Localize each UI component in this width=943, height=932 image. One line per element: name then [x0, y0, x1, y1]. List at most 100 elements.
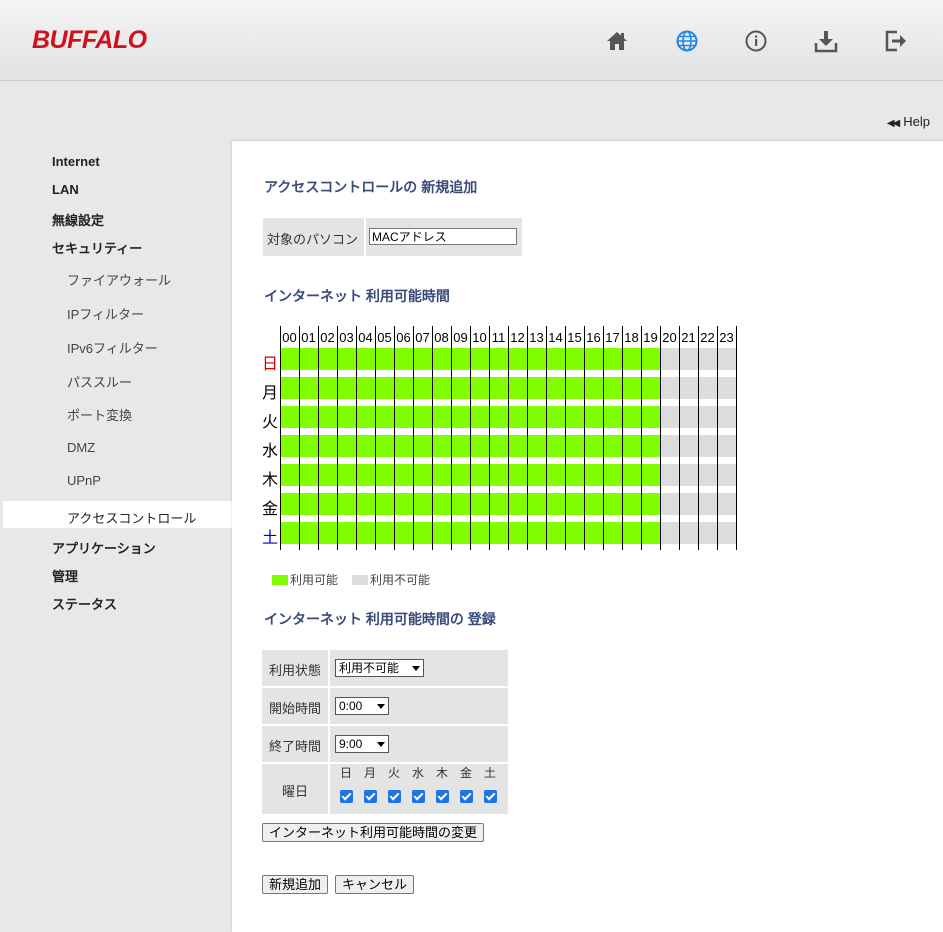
grid-line — [299, 326, 300, 550]
day-label: 日 — [262, 356, 279, 373]
day-label: 木 — [262, 472, 279, 489]
hour-label: 02 — [320, 330, 335, 345]
globe-icon[interactable] — [674, 28, 700, 54]
weekday-row: 曜日 日月火水木金土 — [262, 764, 508, 814]
chevron-down-icon — [412, 666, 420, 671]
sidebar-item-security[interactable]: セキュリティー — [52, 238, 142, 257]
page-title: アクセスコントロールの 新規追加 — [264, 179, 478, 195]
sidebar-item-admin[interactable]: 管理 — [52, 566, 78, 585]
grid-line — [413, 326, 414, 550]
weekday-checkbox[interactable] — [484, 790, 497, 803]
hour-label: 14 — [548, 330, 563, 345]
grid-line — [736, 326, 737, 550]
download-icon[interactable] — [813, 28, 839, 54]
weekday-label: 火 — [387, 766, 400, 780]
day-label: 土 — [262, 530, 279, 547]
help-link[interactable]: ◀◀ Help — [887, 114, 930, 129]
header: BUFFALO — [0, 0, 943, 81]
grid-line — [432, 326, 433, 550]
divider — [328, 764, 330, 814]
hour-label: 01 — [301, 330, 316, 345]
target-pc-row: 対象のパソコン — [263, 218, 522, 256]
hour-label: 18 — [624, 330, 639, 345]
status-row: 利用状態 利用不可能 — [262, 650, 508, 686]
schedule-title: インターネット 利用可能時間 — [264, 288, 450, 304]
sidebar-item-access-control[interactable]: アクセスコントロール — [67, 508, 196, 527]
sidebar-item-upnp[interactable]: UPnP — [67, 473, 101, 488]
grid-line — [679, 326, 680, 550]
sidebar-item-firewall[interactable]: ファイアウォール — [67, 270, 171, 289]
sidebar-item-internet[interactable]: Internet — [52, 154, 100, 169]
sidebar-item-passthrough[interactable]: パススルー — [67, 372, 132, 391]
day-label: 月 — [262, 385, 279, 402]
sidebar-item-ipv6-filter[interactable]: IPv6フィルター — [67, 338, 158, 357]
grid-line — [622, 326, 623, 550]
grid-line — [394, 326, 395, 550]
sidebar-item-dmz[interactable]: DMZ — [67, 440, 95, 455]
weekday-label: 日 — [339, 766, 352, 780]
info-icon[interactable] — [743, 28, 769, 54]
home-icon[interactable] — [604, 28, 630, 54]
legend-unavailable-swatch — [352, 575, 368, 585]
divider — [328, 688, 330, 724]
legend-available-swatch — [272, 575, 288, 585]
weekday-label: 金 — [459, 766, 472, 780]
hour-label: 23 — [719, 330, 734, 345]
weekday-checkbox[interactable] — [340, 790, 353, 803]
collapse-arrows-icon: ◀◀ — [886, 118, 900, 129]
status-select[interactable]: 利用不可能 — [335, 659, 424, 677]
end-time-select[interactable]: 9:00 — [335, 735, 389, 753]
weekday-checkbox[interactable] — [388, 790, 401, 803]
weekday-label: 月 — [363, 766, 376, 780]
weekday-checkbox[interactable] — [436, 790, 449, 803]
start-time-value: 0:00 — [339, 699, 363, 713]
grid-line — [527, 326, 528, 550]
hour-label: 19 — [643, 330, 658, 345]
weekday-checkbox[interactable] — [364, 790, 377, 803]
sidebar-item-applications[interactable]: アプリケーション — [52, 538, 156, 557]
end-time-label: 終了時間 — [268, 739, 321, 754]
status-label: 利用状態 — [268, 663, 321, 678]
chevron-down-icon — [377, 704, 385, 709]
hour-label: 20 — [662, 330, 677, 345]
grid-line — [565, 326, 566, 550]
hour-label: 04 — [358, 330, 373, 345]
hour-label: 12 — [510, 330, 525, 345]
weekday-checkbox[interactable] — [460, 790, 473, 803]
grid-line — [489, 326, 490, 550]
weekday-label: 曜日 — [281, 784, 308, 799]
legend-available: 利用可能 — [272, 571, 338, 588]
sidebar-item-wireless[interactable]: 無線設定 — [52, 210, 104, 229]
grid-line — [451, 326, 452, 550]
status-select-value: 利用不可能 — [339, 661, 400, 675]
weekday-checkbox[interactable] — [412, 790, 425, 803]
day-label: 金 — [262, 501, 279, 518]
hour-label: 15 — [567, 330, 582, 345]
legend-unavailable: 利用不可能 — [352, 571, 430, 588]
hour-label: 00 — [282, 330, 297, 345]
hour-label: 11 — [491, 330, 506, 345]
logout-icon[interactable] — [883, 28, 909, 54]
grid-line — [356, 326, 357, 550]
weekday-label: 水 — [411, 766, 424, 780]
register-title: インターネット 利用可能時間の 登録 — [264, 611, 496, 627]
end-time-value: 9:00 — [339, 737, 363, 751]
grid-line — [337, 326, 338, 550]
sidebar-item-port-forwarding[interactable]: ポート変換 — [67, 405, 132, 424]
grid-line — [603, 326, 604, 550]
hour-label: 16 — [586, 330, 601, 345]
help-label: Help — [903, 114, 930, 129]
cancel-button[interactable]: キャンセル — [335, 875, 415, 894]
sidebar-item-lan[interactable]: LAN — [52, 182, 79, 197]
change-time-button[interactable]: インターネット利用可能時間の変更 — [262, 823, 485, 842]
sidebar-item-status[interactable]: ステータス — [52, 594, 117, 613]
buffalo-logo[interactable]: BUFFALO — [32, 26, 147, 55]
mac-address-input[interactable] — [369, 228, 517, 245]
start-time-select[interactable]: 0:00 — [335, 697, 389, 715]
add-button[interactable]: 新規追加 — [262, 875, 329, 894]
grid-line — [508, 326, 509, 550]
divider — [328, 726, 330, 762]
sidebar-item-ip-filter[interactable]: IPフィルター — [67, 304, 144, 323]
grid-line — [375, 326, 376, 550]
legend-unavailable-label: 利用不可能 — [370, 573, 431, 587]
